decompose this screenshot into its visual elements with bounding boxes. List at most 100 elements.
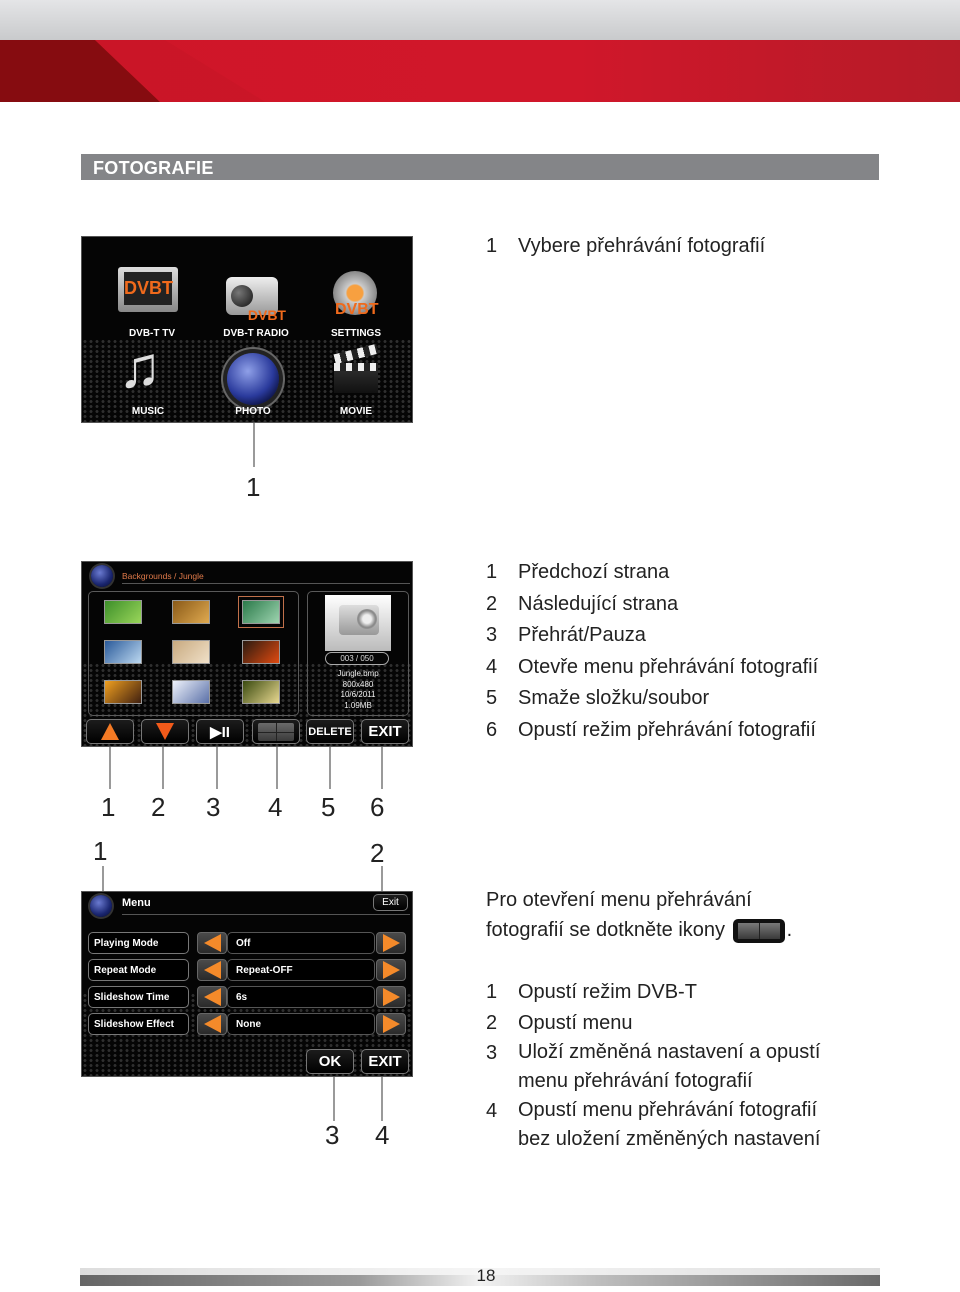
arrow-right-icon (382, 961, 400, 979)
exit-button[interactable]: EXIT (361, 719, 409, 744)
home-orb-button[interactable] (90, 895, 112, 917)
photo-orb-icon[interactable] (227, 353, 279, 405)
description-item: 3 Uloží změněná nastavení a opustí menu př… (486, 1038, 820, 1096)
item-text: Opustí režim DVB-T (518, 981, 697, 1003)
arrow-left-icon (203, 934, 221, 952)
callout-number: 3 (325, 1120, 340, 1150)
exit-label: EXIT (368, 1053, 402, 1070)
description-item: 4 Otevře menu přehrávání fotografií (486, 652, 818, 684)
setting-label-slideshow-time: Slideshow Time (88, 986, 189, 1008)
menu-item-movie[interactable]: MOVIE (306, 406, 406, 417)
callout-line (381, 747, 383, 789)
music-note-icon[interactable]: ♫ (118, 339, 162, 397)
thumbnail-green-leaf[interactable] (104, 600, 142, 624)
tv-icon[interactable]: DVBT (118, 267, 178, 312)
section-title: FOTOGRAFIE (93, 158, 214, 178)
thumbnail-autumn-tree[interactable] (242, 680, 280, 704)
thumbnail-sunset-coast[interactable] (104, 680, 142, 704)
previous-page-button[interactable] (86, 719, 134, 744)
arrow-up-icon (101, 723, 119, 740)
next-page-button[interactable] (141, 719, 189, 744)
callout-line (162, 747, 164, 789)
setting-prev-button[interactable] (197, 1013, 227, 1035)
arrow-right-icon (382, 988, 400, 1006)
setting-next-button[interactable] (376, 986, 406, 1008)
ok-button[interactable]: OK (306, 1049, 354, 1074)
home-orb-button[interactable] (91, 565, 113, 587)
breadcrumb-underline (122, 583, 410, 584)
item-text: Otevře menu přehrávání fotografií (518, 655, 819, 678)
clapper-body (334, 363, 378, 393)
menu-grid-icon (732, 918, 785, 943)
exit-button[interactable]: EXIT (361, 1049, 409, 1074)
clapperboard-icon[interactable] (332, 343, 380, 395)
thumbnail-green-leaves[interactable] (238, 596, 284, 628)
item-number: 4 (486, 1100, 498, 1122)
setting-next-button[interactable] (376, 959, 406, 981)
thumbnail-blue-ice[interactable] (104, 640, 142, 664)
description-item: 1 Vybere přehrávání fotografií (486, 231, 765, 263)
radio-icon[interactable]: DVBT (226, 277, 286, 323)
menu-exit-button[interactable]: Exit (373, 894, 408, 911)
menu-title: Menu (122, 897, 151, 909)
menu-item-dvbt-radio[interactable]: DVB-T RADIO (206, 328, 306, 339)
item-number: 1 (486, 235, 498, 257)
item-text: Opustí menu (518, 1011, 633, 1034)
item-text: Opustí menu přehrávání fotografií bez ulo… (518, 1099, 821, 1150)
description-item: 4 Opustí menu přehrávání fotografií bez ul… (486, 1096, 820, 1154)
menu-item-music[interactable]: MUSIC (98, 406, 198, 417)
main-menu-screen: DVBT DVB-T TV DVBT DVB-T RADIO DVBT SETT… (81, 236, 413, 423)
callout-line (329, 747, 331, 789)
photo-menu-screen: Menu Exit OK EXIT Playing Mode Off Repeat … (81, 891, 413, 1077)
play-pause-button[interactable]: ▶II (196, 719, 244, 744)
item-text: Smaže složku/soubor (518, 687, 710, 710)
intro-text: fotografií se dotkněte ikony (486, 919, 726, 941)
callout-number: 4 (375, 1120, 390, 1150)
callout-line (381, 866, 383, 892)
menu-item-photo[interactable]: PHOTO (203, 406, 303, 417)
file-resolution: 800x480 (342, 679, 374, 689)
callout-number: 1 (93, 836, 108, 866)
callout-number: 1 (101, 792, 116, 822)
setting-next-button[interactable] (376, 932, 406, 954)
thumbnail-volcano[interactable] (242, 640, 280, 664)
item-number: 1 (486, 561, 498, 583)
section-title-bar: FOTOGRAFIE (81, 154, 879, 180)
intro-period: . (786, 919, 793, 941)
page-number: 18 (476, 1266, 496, 1285)
thumbnail-golden-texture[interactable] (172, 600, 210, 624)
item-text: Předchozí strana (518, 561, 670, 583)
item-text: Uloží změněná nastavení a opustí menu pře… (518, 1041, 821, 1092)
callout-line (102, 866, 104, 892)
item-number: 1 (486, 981, 498, 1003)
item-number: 6 (486, 718, 498, 741)
clapper-top (333, 343, 379, 365)
item-text: Přehrát/Pauza (518, 624, 646, 647)
thumbnail-mountain-haze[interactable] (172, 680, 210, 704)
menu-item-settings[interactable]: SETTINGS (306, 328, 406, 339)
setting-value-repeat-mode: Repeat-OFF (227, 959, 375, 981)
setting-prev-button[interactable] (197, 986, 227, 1008)
setting-prev-button[interactable] (197, 959, 227, 981)
gear-icon[interactable]: DVBT (333, 271, 379, 318)
dvbt-logo: DVBT (335, 301, 379, 318)
delete-button[interactable]: DELETE (306, 719, 354, 744)
delete-label: DELETE (308, 725, 352, 738)
arrow-left-icon (203, 961, 221, 979)
callout-number: 2 (151, 792, 166, 822)
thumbnail-desert-dunes[interactable] (172, 640, 210, 664)
play-pause-icon: ▶II (210, 723, 230, 741)
setting-prev-button[interactable] (197, 932, 227, 954)
item-text: Opustí režim přehrávání fotografií (518, 718, 816, 741)
description-item: 2 Následující strana (486, 589, 818, 621)
arrow-down-icon (156, 723, 174, 740)
setting-value-slideshow-time: 6s (227, 986, 375, 1008)
menu-grid-icon (258, 722, 294, 741)
photo-browser-screen: Backgrounds / Jungle 003 / 050 Jungle.bm… (81, 561, 413, 747)
setting-next-button[interactable] (376, 1013, 406, 1035)
camera-preview-image (325, 595, 391, 651)
file-info: Jungle.bmp 800x480 10/6/2011 1.09MB (308, 669, 408, 711)
item-number: 3 (486, 624, 498, 647)
header-red-band (0, 40, 960, 102)
open-menu-button[interactable] (252, 719, 300, 744)
